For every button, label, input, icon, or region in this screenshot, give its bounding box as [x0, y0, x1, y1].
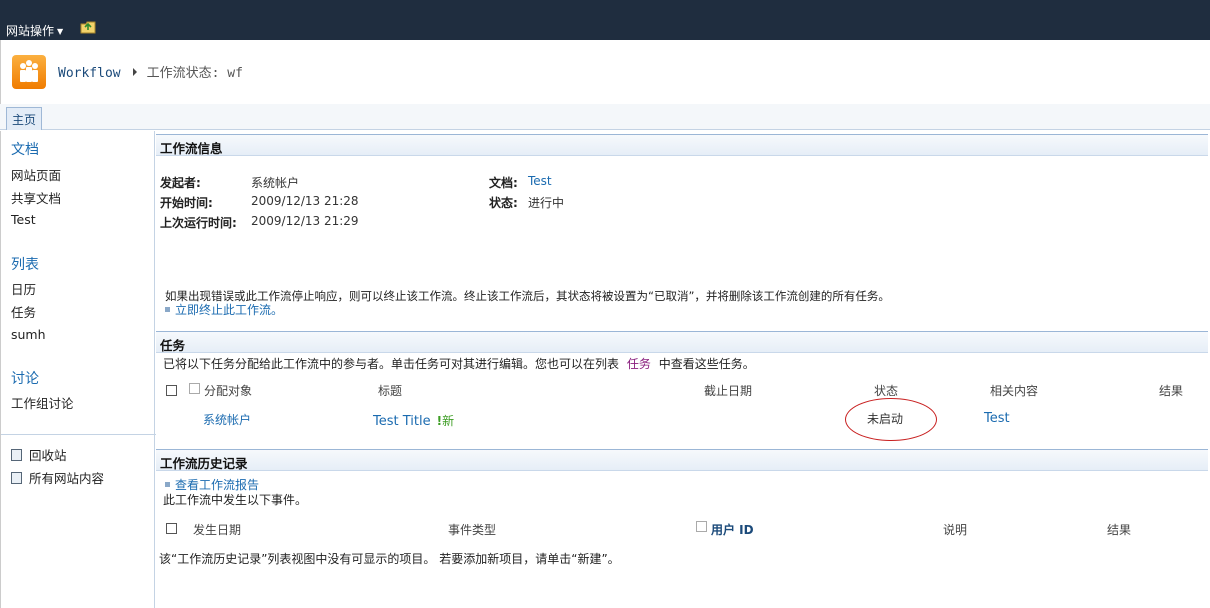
all-site-content-label: 所有网站内容: [29, 471, 105, 486]
breadcrumb-site-link[interactable]: Workflow: [58, 66, 121, 81]
started-label: 开始时间:: [160, 196, 213, 210]
site-content-icon: [11, 472, 22, 484]
col-description[interactable]: 说明: [943, 521, 967, 538]
col-status[interactable]: 状态: [874, 382, 898, 399]
view-workflow-report-label: 查看工作流报告: [175, 478, 260, 492]
recycle-bin-icon: [11, 449, 22, 461]
task-title-link[interactable]: Test Title: [373, 414, 431, 429]
last-run-value: 2009/12/13 21:29: [251, 214, 359, 228]
col-event-type[interactable]: 事件类型: [448, 521, 496, 538]
bullet-icon: [165, 482, 170, 487]
ql-item-tasks[interactable]: 任务: [11, 302, 36, 321]
history-intro: 此工作流中发生以下事件。: [163, 493, 308, 507]
tasks-intro: 已将以下任务分配给此工作流中的参与者。单击任务可对其进行编辑。您也可以在列表 任…: [163, 355, 755, 372]
document-link[interactable]: Test: [528, 174, 552, 188]
ql-item-calendar[interactable]: 日历: [11, 279, 36, 298]
col-related-content[interactable]: 相关内容: [990, 382, 1038, 399]
tab-home[interactable]: 主页: [6, 107, 43, 130]
select-all-history-checkbox[interactable]: [166, 523, 177, 534]
col-user-id[interactable]: 用户 ID: [711, 521, 754, 538]
task-title-cell: Test Title !新: [373, 412, 454, 429]
select-all-tasks-checkbox[interactable]: [166, 385, 177, 396]
history-empty-message: 该“工作流历史记录”列表视图中没有可显示的项目。 若要添加新项目，请单击“新建”…: [159, 552, 620, 566]
site-logo-icon[interactable]: [12, 55, 46, 89]
user-id-icon: [696, 521, 707, 532]
initiator-value: 系统帐户: [251, 176, 300, 190]
site-actions-label: 网站操作: [6, 24, 55, 38]
ql-heading-lists[interactable]: 列表: [11, 254, 39, 274]
status-highlight-circle: [845, 398, 937, 441]
ql-item-site-pages[interactable]: 网站页面: [11, 165, 61, 184]
ql-item-sumh[interactable]: sumh: [11, 327, 46, 342]
task-related-link[interactable]: Test: [984, 411, 1010, 426]
ql-heading-documents[interactable]: 文档: [11, 139, 39, 159]
chevron-down-icon: ▼: [57, 27, 64, 36]
folder-up-icon[interactable]: [80, 20, 96, 34]
ql-heading-discussions[interactable]: 讨论: [11, 368, 39, 388]
workflow-info-header: 工作流信息: [156, 134, 1208, 156]
ql-item-team-discussion[interactable]: 工作组讨论: [11, 393, 74, 412]
col-title[interactable]: 标题: [378, 382, 402, 399]
site-actions-menu[interactable]: 网站操作 ▼: [6, 22, 63, 39]
top-bar: 网站操作 ▼: [0, 0, 1210, 40]
breadcrumb: Workflow 工作流状态: wf: [58, 62, 243, 81]
recycle-bin-label: 回收站: [29, 448, 67, 463]
bullet-icon: [165, 307, 170, 312]
started-value: 2009/12/13 21:28: [251, 194, 359, 208]
ql-divider: [1, 434, 156, 435]
col-event-date[interactable]: 发生日期: [193, 521, 241, 538]
status-value: 进行中: [528, 196, 565, 210]
tasks-intro-text-end: 中查看这些任务。: [658, 357, 755, 371]
col-due-date[interactable]: 截止日期: [704, 382, 752, 399]
ql-item-shared-documents[interactable]: 共享文档: [11, 188, 61, 207]
task-type-icon: [189, 383, 200, 394]
history-header: 工作流历史记录: [156, 449, 1208, 471]
last-run-label: 上次运行时间:: [160, 216, 237, 230]
col-history-outcome[interactable]: 结果: [1107, 521, 1131, 538]
initiator-label: 发起者:: [160, 176, 201, 190]
task-assigned-to[interactable]: 系统帐户: [203, 411, 251, 428]
breadcrumb-separator-icon: [132, 68, 137, 76]
top-nav-bar: 主页: [0, 104, 1210, 130]
breadcrumb-current-page: 工作流状态: wf: [146, 66, 243, 81]
page-title-area: Workflow 工作流状态: wf: [0, 40, 1210, 104]
new-badge-label: 新: [442, 414, 455, 428]
terminate-workflow-link[interactable]: 立即终止此工作流。: [165, 301, 283, 318]
ql-item-test[interactable]: Test: [11, 212, 36, 227]
all-site-content-link[interactable]: 所有网站内容: [11, 468, 104, 487]
quick-launch: 文档 网站页面 共享文档 Test 列表 日历 任务 sumh 讨论 工作组讨论…: [0, 131, 156, 608]
col-outcome[interactable]: 结果: [1159, 382, 1183, 399]
recycle-bin-link[interactable]: 回收站: [11, 445, 67, 464]
tasks-header: 任务: [156, 331, 1208, 353]
new-item-badge: !新: [437, 414, 455, 428]
document-label: 文档:: [489, 176, 518, 190]
col-assigned-to[interactable]: 分配对象: [204, 382, 252, 399]
terminate-workflow-label: 立即终止此工作流。: [175, 303, 284, 317]
tasks-list-link[interactable]: 任务: [627, 357, 651, 371]
tasks-intro-text: 已将以下任务分配给此工作流中的参与者。单击任务可对其进行编辑。您也可以在列表: [163, 357, 620, 371]
status-label: 状态:: [489, 196, 518, 210]
